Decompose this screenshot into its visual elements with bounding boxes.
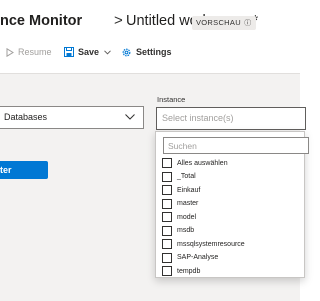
option-label: master <box>177 200 199 207</box>
instance-dropdown-placeholder: Select instance(s) <box>162 113 234 123</box>
checkbox[interactable] <box>162 225 172 236</box>
settings-button[interactable]: Settings <box>121 45 172 59</box>
database-dropdown[interactable]: Databases <box>0 106 144 129</box>
instance-options-popup: Alles auswählen _Total Einkauf master mo… <box>155 131 309 278</box>
checkbox[interactable] <box>162 212 172 222</box>
option-model[interactable]: model <box>162 211 196 223</box>
checkbox[interactable] <box>162 239 172 249</box>
option-select-all[interactable]: Alles auswählen <box>162 157 228 169</box>
instance-dropdown[interactable]: Select instance(s) <box>156 107 306 130</box>
option-sap-analyse[interactable]: SAP-Analyse <box>162 252 218 264</box>
option-master[interactable]: master <box>162 198 198 210</box>
chevron-down-icon <box>125 114 135 120</box>
checkbox[interactable] <box>162 171 172 182</box>
info-icon[interactable]: ⓘ <box>244 20 251 27</box>
option-mssqlsystemresource[interactable]: mssqlsystemresource <box>162 238 245 250</box>
title-bar: nce Monitor > Untitled workspace * VORSC… <box>0 0 300 42</box>
resume-label: Resume <box>18 47 52 57</box>
checkbox[interactable] <box>162 158 172 168</box>
option-label: _Total <box>177 173 196 180</box>
checkbox[interactable] <box>162 185 172 195</box>
option-label: SAP-Analyse <box>177 254 219 261</box>
resume-button[interactable]: Resume <box>6 45 52 59</box>
checkbox[interactable] <box>162 266 172 276</box>
breadcrumb-separator: > <box>114 12 123 29</box>
option-label: msdb <box>177 227 195 234</box>
search-input[interactable] <box>164 138 298 153</box>
toolbar: Resume Save Settings <box>0 42 300 64</box>
option-label: tempdb <box>177 267 201 275</box>
option-label: mssqlsystemresource <box>177 240 245 248</box>
save-icon <box>64 47 74 57</box>
search-box[interactable] <box>163 137 309 154</box>
checkbox[interactable] <box>162 252 172 263</box>
checkbox[interactable] <box>162 198 172 209</box>
chevron-down-icon[interactable] <box>104 49 111 55</box>
gear-icon <box>122 48 131 56</box>
instance-label: Instance <box>157 95 186 104</box>
app-title: nce Monitor <box>0 13 83 29</box>
preview-badge-label: VORSCHAU <box>196 18 241 27</box>
option-tempdb[interactable]: tempdb <box>162 265 200 277</box>
database-dropdown-value: Databases <box>4 112 48 122</box>
preview-badge: VORSCHAU ⓘ <box>192 16 256 30</box>
option-total[interactable]: _Total <box>162 171 196 183</box>
save-button[interactable]: Save <box>64 45 115 59</box>
save-label: Save <box>78 47 100 57</box>
option-label: Alles auswählen <box>177 159 228 167</box>
option-msdb[interactable]: msdb <box>162 225 194 237</box>
settings-label: Settings <box>136 47 172 57</box>
option-label: Einkauf <box>177 186 201 194</box>
apply-filter-button[interactable]: ter <box>0 161 48 179</box>
play-icon <box>6 47 14 57</box>
option-label: model <box>177 213 197 221</box>
option-einkauf[interactable]: Einkauf <box>162 184 200 196</box>
